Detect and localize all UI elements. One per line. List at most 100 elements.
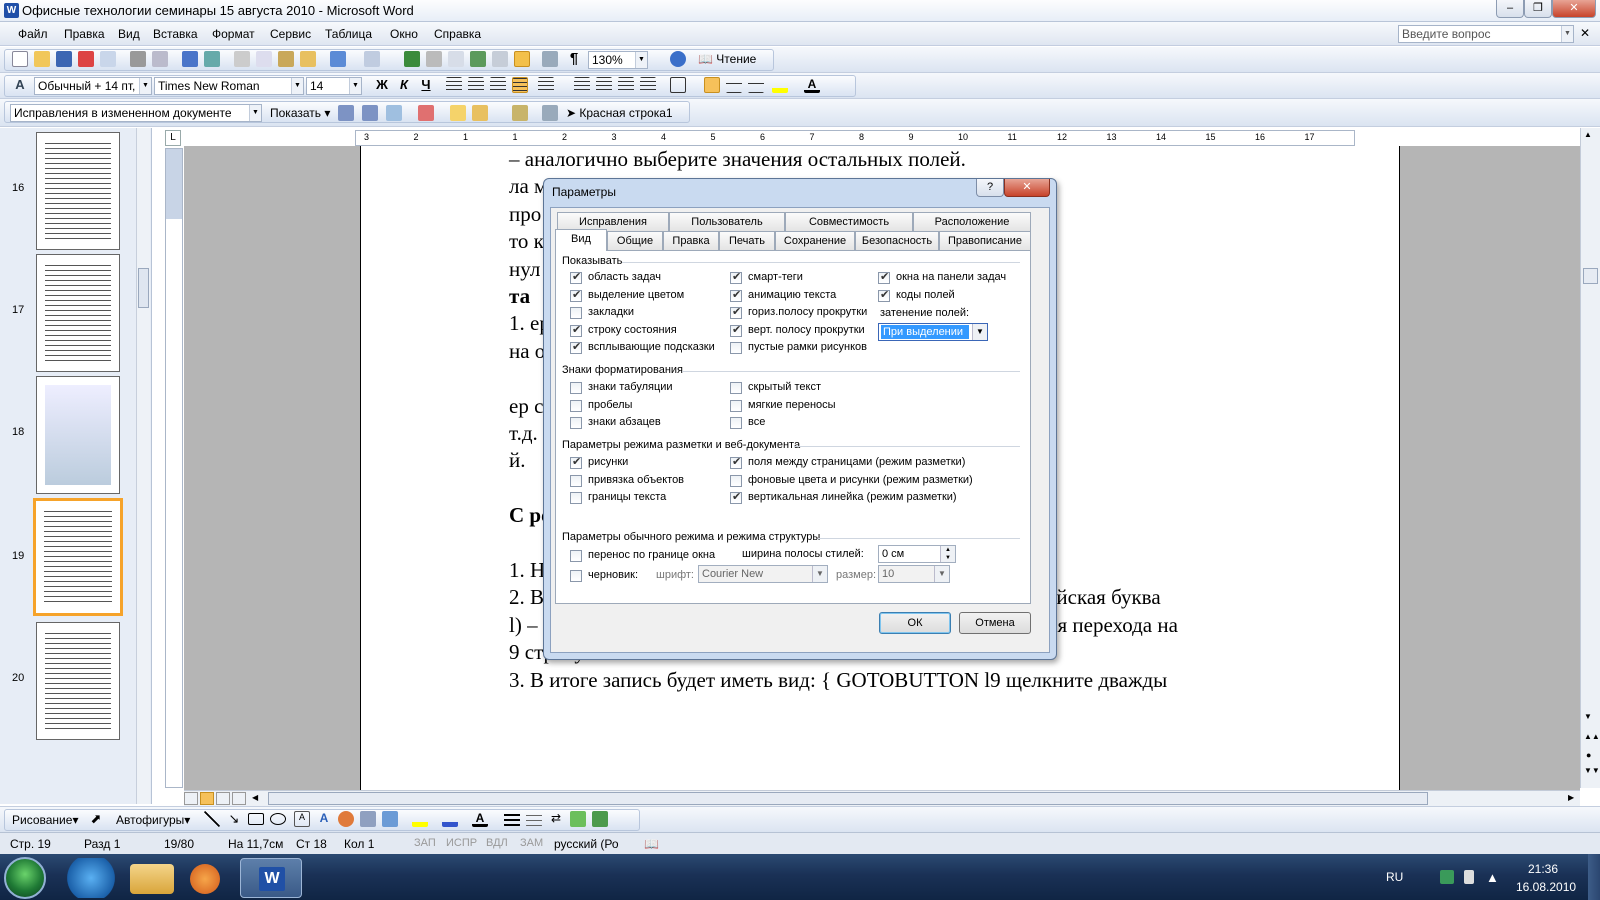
scroll-down-icon[interactable]: ▼ xyxy=(1584,712,1592,721)
text-box-icon[interactable]: A xyxy=(294,811,310,827)
font-select[interactable]: Times New Roman ▼ xyxy=(154,77,304,95)
close-window-button[interactable]: ✕ xyxy=(1552,0,1596,18)
insert-table-icon[interactable] xyxy=(448,51,464,67)
menu-format[interactable]: Формат xyxy=(212,27,255,41)
checkbox-box[interactable] xyxy=(730,417,742,429)
scroll-thumb[interactable] xyxy=(138,268,149,308)
tab-security[interactable]: Безопасность xyxy=(855,231,939,250)
page-thumbnail[interactable] xyxy=(36,132,120,250)
chevron-down-icon[interactable]: ▼ xyxy=(972,324,987,340)
checkbox-box[interactable] xyxy=(570,474,582,487)
tab-general[interactable]: Общие xyxy=(607,231,663,250)
chevron-down-icon[interactable]: ▼ xyxy=(349,78,361,94)
display-for-review-select[interactable]: Исправления в измененном документе ▼ xyxy=(10,104,262,122)
checkbox-box[interactable] xyxy=(570,492,582,504)
print-layout-view-icon[interactable] xyxy=(200,792,214,805)
checkbox-box[interactable] xyxy=(570,382,582,394)
show-markup-button[interactable]: Показать ▾ xyxy=(270,106,330,120)
open-folder-icon[interactable] xyxy=(34,51,50,67)
tab-edit[interactable]: Правка xyxy=(663,231,719,250)
checkbox-box[interactable] xyxy=(570,271,582,284)
word-taskbar-icon[interactable]: W xyxy=(240,858,302,898)
checkbox-box[interactable] xyxy=(878,271,890,284)
justify-icon[interactable] xyxy=(512,77,528,93)
arrow-style-icon[interactable]: ⇄ xyxy=(548,811,564,827)
checkbox-box[interactable] xyxy=(878,289,890,302)
dash-style-icon[interactable] xyxy=(526,811,542,827)
checkbox-box[interactable] xyxy=(730,491,742,504)
line-color-icon[interactable] xyxy=(442,811,458,827)
arrow-icon[interactable]: ↘ xyxy=(226,811,242,827)
close-document-icon[interactable]: ✕ xyxy=(1580,26,1590,40)
status-record-macro[interactable]: ЗАП xyxy=(414,837,436,849)
help-icon[interactable] xyxy=(670,51,686,67)
show-hide-icon[interactable]: ¶ xyxy=(566,51,582,67)
bullets-icon[interactable] xyxy=(596,77,612,93)
status-overtype[interactable]: ЗАМ xyxy=(520,837,543,849)
checkbox-box[interactable] xyxy=(730,324,742,337)
show-desktop-button[interactable] xyxy=(1588,854,1600,900)
outline-view-icon[interactable] xyxy=(232,792,246,805)
page-thumbnail-selected[interactable] xyxy=(33,498,123,616)
tab-view[interactable]: Вид xyxy=(555,229,607,251)
numbering-icon[interactable] xyxy=(574,77,590,93)
spelling-status-icon[interactable]: 📖 xyxy=(644,837,659,851)
clock-time[interactable]: 21:36 xyxy=(1528,862,1558,876)
tab-spelling[interactable]: Правописание xyxy=(939,231,1031,250)
page-thumbnail[interactable] xyxy=(36,622,120,740)
vertical-ruler[interactable] xyxy=(165,148,183,788)
draw-menu-button[interactable]: Рисование▾ xyxy=(12,813,78,827)
checkbox-box[interactable] xyxy=(730,342,742,354)
reviewing-pane-icon[interactable] xyxy=(512,105,528,121)
status-track-changes[interactable]: ИСПР xyxy=(446,837,477,849)
checkbox-box[interactable] xyxy=(570,456,582,469)
diagram-icon[interactable] xyxy=(338,811,354,827)
format-painter-icon[interactable] xyxy=(300,51,316,67)
checkbox-box[interactable] xyxy=(570,550,582,562)
copy-icon[interactable] xyxy=(256,51,272,67)
network-icon[interactable] xyxy=(1440,870,1454,884)
previous-page-icon[interactable]: ▲▲ xyxy=(1584,732,1600,741)
checkbox-box[interactable] xyxy=(570,341,582,354)
volume-icon[interactable]: ▲ xyxy=(1486,870,1499,885)
scroll-thumb[interactable] xyxy=(268,792,1428,805)
align-left-icon[interactable] xyxy=(446,77,462,93)
tab-print[interactable]: Печать xyxy=(719,231,775,250)
checkbox-box[interactable] xyxy=(730,456,742,469)
thumbnails-scrollbar[interactable] xyxy=(136,128,150,804)
cut-icon[interactable] xyxy=(234,51,250,67)
menu-table[interactable]: Таблица xyxy=(325,27,372,41)
decrease-indent-icon[interactable] xyxy=(618,77,634,93)
zoom-select[interactable]: 130% ▼ xyxy=(588,51,648,69)
font-size-select[interactable]: 14 ▼ xyxy=(306,77,362,95)
explorer-taskbar-icon[interactable] xyxy=(130,864,174,894)
new-document-icon[interactable] xyxy=(12,51,28,67)
clock-date[interactable]: 16.08.2010 xyxy=(1516,880,1576,894)
style-area-width-input[interactable]: 0 см ▲ ▼ xyxy=(878,545,956,563)
media-player-taskbar-icon[interactable] xyxy=(190,864,220,894)
bold-button[interactable]: Ж xyxy=(374,77,390,93)
style-select[interactable]: Обычный + 14 пт, ▼ xyxy=(34,77,152,95)
cancel-button[interactable]: Отмена xyxy=(959,612,1031,634)
email-icon[interactable] xyxy=(100,51,116,67)
track-changes-icon[interactable] xyxy=(472,105,488,121)
draft-font-select[interactable]: Courier New ▼ xyxy=(698,565,828,583)
new-comment-icon[interactable] xyxy=(450,105,466,121)
research-icon[interactable] xyxy=(204,51,220,67)
dialog-help-button[interactable]: ? xyxy=(976,179,1004,197)
menu-help[interactable]: Справка xyxy=(434,27,481,41)
style-icon[interactable] xyxy=(542,105,558,121)
save-icon[interactable] xyxy=(56,51,72,67)
start-button[interactable] xyxy=(4,857,46,899)
word-app-icon[interactable]: W xyxy=(4,3,19,18)
line-spacing-icon[interactable] xyxy=(538,77,554,93)
checkbox-box[interactable] xyxy=(570,399,582,412)
chevron-down-icon[interactable]: ▼ xyxy=(139,78,151,94)
menu-edit[interactable]: Правка xyxy=(64,27,105,41)
field-shading-select[interactable]: При выделении ▼ xyxy=(878,323,988,341)
horizontal-scrollbar[interactable]: ◀ ▶ xyxy=(184,790,1580,806)
checkbox-box[interactable] xyxy=(570,417,582,429)
menu-file[interactable]: Файл xyxy=(18,27,48,41)
borders-icon[interactable] xyxy=(670,77,686,93)
highlight-icon[interactable] xyxy=(772,77,788,93)
